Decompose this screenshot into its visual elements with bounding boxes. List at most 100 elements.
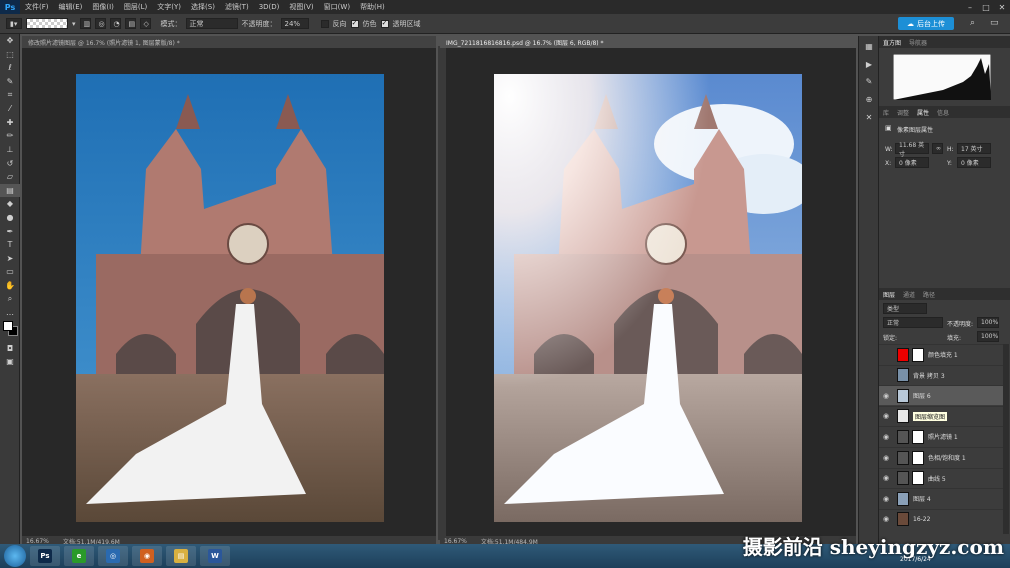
canvas-left[interactable] [22,48,436,536]
layer-mask-thumbnail[interactable] [912,347,924,362]
close-button[interactable]: ✕ [994,0,1010,14]
menu-view[interactable]: 视图(V) [284,2,318,12]
visibility-eye-icon[interactable]: ◉ [879,454,893,462]
visibility-eye-icon[interactable]: ◉ [879,412,893,420]
visibility-eye-icon[interactable]: ◉ [879,392,893,400]
doc-tab-left[interactable]: 修改照片滤镜图层 @ 16.7% (照片滤镜 1, 图层蒙版/8) * [22,36,436,48]
menu-help[interactable]: 帮助(H) [355,2,390,12]
blur-tool-icon[interactable]: ◆ [0,197,20,211]
mode-select[interactable]: 正常 [185,18,238,29]
reflected-gradient-icon[interactable]: ▤ [124,18,136,29]
layer-row[interactable]: ◉ 曲线 5 [879,467,1003,488]
doc-tab-right[interactable]: IMG_7211816816816.psd @ 16.7% (图层 6, RGB… [440,36,856,48]
radial-gradient-icon[interactable]: ◎ [94,18,106,29]
visibility-eye-icon[interactable]: ◉ [879,474,893,482]
eraser-tool-icon[interactable]: ▱ [0,170,20,184]
linear-gradient-icon[interactable]: ▥ [79,18,91,29]
clone-source-icon[interactable]: ⊕ [859,93,879,107]
menu-image[interactable]: 图像(I) [87,2,119,12]
opacity-field[interactable]: 24% [280,18,309,29]
layer-row[interactable]: ◉ 色相/饱和度 1 [879,447,1003,467]
menu-filter[interactable]: 滤镜(T) [220,2,254,12]
brush-tool-icon[interactable]: ✏ [0,129,20,143]
layer-mask-thumbnail[interactable] [912,450,924,465]
layer-opacity-field[interactable]: 100% [977,317,999,328]
taskbar-app-button[interactable]: Ps [30,546,60,566]
layer-row[interactable]: ◉ 图层缩览图 [879,405,1003,426]
tab-paths[interactable]: 路径 [923,290,935,299]
clone-stamp-tool-icon[interactable]: ⊥ [0,143,20,157]
layer-mask-thumbnail[interactable] [912,471,924,486]
visibility-eye-icon[interactable]: ◉ [879,433,893,441]
layer-row[interactable]: ◉ 照片滤镜 1 [879,426,1003,446]
marquee-tool-icon[interactable]: ⬚ [0,48,20,62]
taskbar-app-button[interactable]: ◉ [132,546,162,566]
transparency-checkbox[interactable]: ✓ [380,19,389,28]
layer-row[interactable]: ◉ 16-22 [879,508,1003,529]
x-field[interactable]: 0 像素 [895,157,929,168]
actions-panel-icon[interactable]: ▶ [859,58,879,72]
blend-mode-select[interactable]: 正常 [883,317,943,328]
search-icon[interactable]: ⌕ [970,18,975,28]
tab-libraries[interactable]: 库 [883,108,889,117]
angle-gradient-icon[interactable]: ◔ [109,18,121,29]
quick-mask-icon[interactable]: ◘ [0,341,20,355]
upload-button[interactable]: ☁ 后台上传 [898,17,954,30]
lasso-tool-icon[interactable]: ℓ [0,61,20,75]
zoom-tool-icon[interactable]: ⌕ [0,292,20,306]
layer-thumbnail[interactable] [897,491,909,506]
height-field[interactable]: 17 英寸 [957,143,991,154]
gradient-swatch[interactable] [26,18,68,29]
history-brush-tool-icon[interactable]: ↺ [0,156,20,170]
healing-brush-tool-icon[interactable]: ✚ [0,116,20,130]
y-field[interactable]: 0 像素 [957,157,991,168]
pen-tool-icon[interactable]: ✒ [0,224,20,238]
minimize-button[interactable]: – [962,0,978,14]
brush-panel-icon[interactable]: ✎ [859,75,879,89]
move-tool-icon[interactable]: ✥ [0,34,20,48]
diamond-gradient-icon[interactable]: ◇ [139,18,151,29]
layer-thumbnail[interactable] [897,347,909,362]
layers-scrollbar[interactable] [1003,344,1009,534]
taskbar-app-button[interactable]: ◎ [98,546,128,566]
layer-thumbnail[interactable] [897,450,909,465]
layer-row[interactable]: ◉ 图层 6 [879,385,1003,406]
width-field[interactable]: 11.68 英寸 [895,142,929,158]
visibility-eye-icon[interactable]: ◉ [879,495,893,503]
foreground-color-swatch[interactable] [3,321,13,332]
path-select-tool-icon[interactable]: ➤ [0,252,20,266]
menu-select[interactable]: 选择(S) [186,2,220,12]
menu-window[interactable]: 窗口(W) [319,2,355,12]
color-swatches[interactable] [0,319,20,341]
taskbar-app-button[interactable]: e [64,546,94,566]
tab-navigator[interactable]: 导航器 [909,38,927,47]
menu-file[interactable]: 文件(F) [20,2,54,12]
screen-mode-icon[interactable]: ▣ [0,355,20,369]
dither-checkbox[interactable]: ✓ [350,19,359,28]
layer-row[interactable]: 颜色填充 1 [879,344,1003,364]
quick-select-tool-icon[interactable]: ✎ [0,75,20,89]
fill-field[interactable]: 100% [977,331,999,342]
layer-thumbnail[interactable] [897,429,909,444]
gradient-tool-icon[interactable]: ▤ [0,183,20,198]
hand-tool-icon[interactable]: ✋ [0,279,20,293]
layer-row[interactable]: 背景 拷贝 3 [879,364,1003,385]
menu-type[interactable]: 文字(Y) [152,2,186,12]
menu-3d[interactable]: 3D(D) [254,3,285,11]
gradient-dropdown-icon[interactable]: ▾ [72,20,76,28]
visibility-eye-icon[interactable]: ◉ [879,515,893,523]
eyedropper-tool-icon[interactable]: ⁄ [0,102,20,116]
start-button[interactable] [4,545,26,567]
shape-tool-icon[interactable]: ▭ [0,265,20,279]
layer-thumbnail[interactable] [897,471,909,486]
menu-layer[interactable]: 图层(L) [119,2,152,12]
taskbar-app-button[interactable]: ▤ [166,546,196,566]
layer-thumbnail[interactable] [897,409,909,424]
more-tools-icon[interactable]: … [0,306,20,320]
tab-adjustments[interactable]: 调整 [897,108,909,117]
taskbar-app-button[interactable]: W [200,546,230,566]
dodge-tool-icon[interactable]: ● [0,211,20,225]
layer-row[interactable]: ◉ 图层 4 [879,488,1003,508]
layer-thumbnail[interactable] [897,368,909,383]
tab-info[interactable]: 信息 [937,108,949,117]
